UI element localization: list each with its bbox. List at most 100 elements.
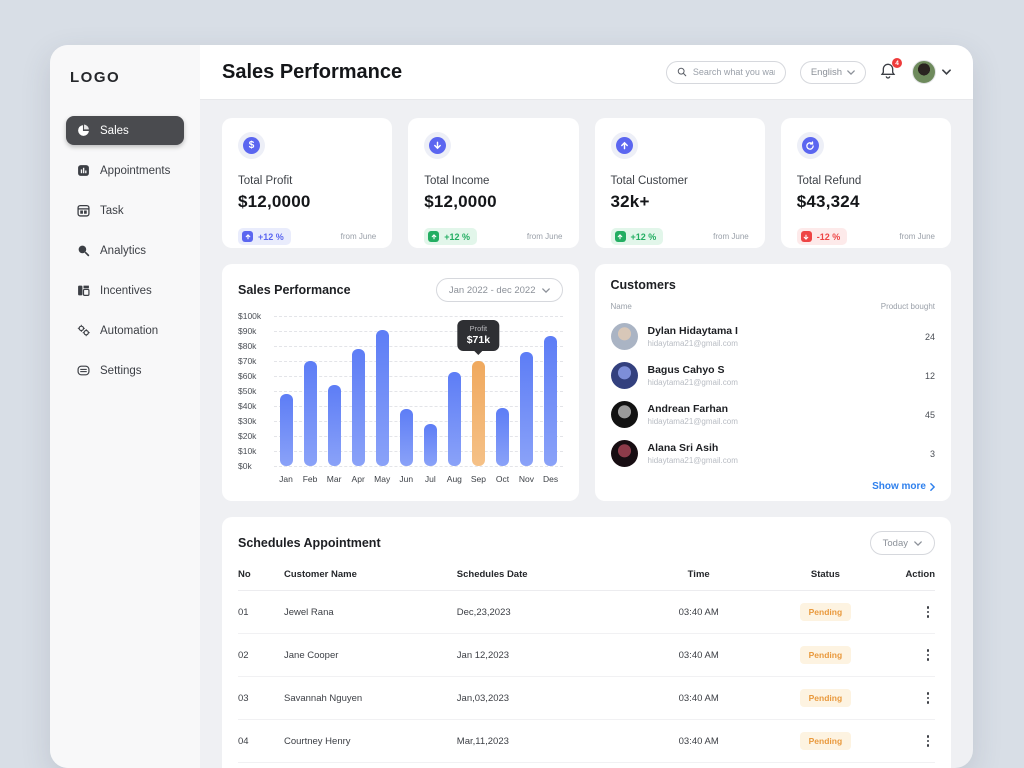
customer-row[interactable]: Dylan Hidaytama I hidaytama21@gmail.com … — [610, 323, 935, 350]
stat-label: Total Refund — [796, 175, 862, 187]
chart-bar-feb[interactable] — [303, 361, 317, 466]
date-range-select[interactable]: Jan 2022 - dec 2022 — [435, 278, 563, 302]
dollar-coin-icon: $ — [243, 137, 260, 154]
profile-menu[interactable] — [912, 60, 951, 84]
sidebar-item-automation[interactable]: Automation — [66, 316, 184, 345]
y-tick-label: $70k — [238, 356, 257, 366]
sales-performance-chart-panel: Sales Performance Jan 2022 - dec 2022 $1… — [222, 264, 579, 501]
sidebar-item-label: Settings — [100, 364, 142, 377]
chart-bar-oct[interactable] — [495, 407, 509, 466]
sidebar-item-label: Automation — [100, 324, 159, 337]
customer-email: hidaytama21@gmail.com — [647, 417, 738, 426]
notification-badge: 4 — [892, 58, 902, 68]
chart-bar-aug[interactable] — [447, 371, 461, 466]
stat-value: $12,0000 — [424, 192, 497, 211]
chart-column-jul — [418, 316, 442, 466]
table-row[interactable]: 02 Jane Cooper Jan 12,2023 03:40 AM Pend… — [238, 634, 935, 677]
stat-note: from June — [899, 232, 935, 241]
chart-column-mar — [322, 316, 346, 466]
kebab-menu-icon[interactable] — [921, 648, 935, 662]
pie-chart-icon — [76, 123, 91, 138]
table-row[interactable]: 05 Kathryn Murphy Jun,13,2023 03:40 AM P… — [238, 763, 935, 768]
y-tick-label: $90k — [238, 326, 257, 336]
customer-name: Dylan Hidaytama I — [647, 325, 738, 337]
chart-bar-sep[interactable] — [471, 361, 485, 466]
dashboard-window: LOGO Sales Appointments Task Analytics I… — [50, 45, 973, 768]
sidebar-item-appointments[interactable]: Appointments — [66, 156, 184, 185]
chart-bar-jan[interactable] — [279, 394, 293, 466]
sidebar-item-label: Analytics — [100, 244, 147, 257]
sidebar-item-label: Task — [100, 204, 124, 217]
status-badge: Pending — [799, 689, 852, 707]
sidebar-item-sales[interactable]: Sales — [66, 116, 184, 145]
customer-row[interactable]: Andrean Farhan hidaytama21@gmail.com 45 — [610, 401, 935, 428]
customers-panel: Customers Name Product bought Dylan Hida… — [594, 264, 951, 501]
chart-column-jan — [274, 316, 298, 466]
customer-name: Andrean Farhan — [647, 403, 729, 415]
sidebar-item-label: Sales — [100, 124, 129, 137]
arrow-up-icon — [428, 231, 440, 242]
chart-bar-apr[interactable] — [351, 349, 365, 466]
sidebar-item-incentives[interactable]: Incentives — [66, 276, 184, 305]
table-row[interactable]: 04 Courtney Henry Mar,11,2023 03:40 AM P… — [238, 720, 935, 763]
chart-bar-nov[interactable] — [519, 352, 533, 466]
customer-email: hidaytama21@gmail.com — [647, 378, 738, 387]
customer-email: hidaytama21@gmail.com — [647, 456, 738, 465]
customer-row[interactable]: Bagus Cahyo S hidaytama21@gmail.com 12 — [610, 362, 935, 389]
refund-icon — [801, 137, 819, 154]
x-tick-label: Jun — [399, 474, 414, 484]
y-tick-label: $10k — [238, 446, 257, 456]
y-tick-label: $30k — [238, 416, 257, 426]
sidebar-item-label: Appointments — [100, 164, 171, 177]
x-tick-label: Oct — [495, 474, 510, 484]
x-tick-label: Des — [542, 474, 559, 484]
table-row[interactable]: 03 Savannah Nguyen Jan,03,2023 03:40 AM … — [238, 677, 935, 720]
search-input[interactable] — [692, 67, 775, 77]
arrow-down-icon — [800, 231, 812, 242]
language-label: English — [810, 66, 842, 78]
chart-bar-jun[interactable] — [399, 409, 413, 466]
calendar-icon — [76, 203, 91, 218]
table-row[interactable]: 01 Jewel Rana Dec,23,2023 03:40 AM Pendi… — [238, 591, 935, 634]
kebab-menu-icon[interactable] — [921, 691, 935, 705]
product-bought-count: 3 — [929, 448, 935, 459]
bar-chart: $100k $90k $80k $70k $60k $50k $40k $30k $20k $10… — [238, 311, 563, 471]
search-box[interactable] — [665, 60, 786, 84]
customer-name: Bagus Cahyo S — [647, 364, 725, 376]
language-select[interactable]: English — [799, 60, 866, 84]
show-more-link[interactable]: Show more — [611, 481, 935, 492]
chart-column-sep: Profit $71k — [457, 316, 500, 466]
trend-badge: +12 % — [610, 228, 664, 245]
chart-bar-jul[interactable] — [423, 424, 437, 466]
y-tick-label: $50k — [238, 386, 257, 396]
chart-plot: Profit $71k — [274, 316, 563, 467]
x-tick-label: Mar — [326, 474, 342, 484]
search-icon — [677, 67, 687, 77]
trend-badge: +12 % — [238, 228, 291, 245]
today-filter-select[interactable]: Today — [869, 531, 935, 555]
sidebar-item-task[interactable]: Task — [66, 196, 184, 225]
stat-card-total-refund: Total Refund $43,324 -12 % from June — [780, 118, 951, 248]
stat-value: $12,0000 — [238, 192, 311, 211]
y-tick-label: $60k — [238, 371, 257, 381]
chevron-down-icon — [847, 69, 855, 75]
schedules-appointment-panel: Schedules Appointment Today No Customer … — [222, 517, 951, 768]
sidebar-item-label: Incentives — [100, 284, 152, 297]
customers-title: Customers — [610, 278, 676, 292]
chart-tooltip: Profit $71k — [457, 320, 500, 351]
status-badge: Pending — [799, 732, 852, 750]
customer-row[interactable]: Alana Sri Asih hidaytama21@gmail.com 3 — [610, 440, 935, 467]
stat-value: 32k+ — [610, 192, 650, 211]
kebab-menu-icon[interactable] — [921, 734, 935, 748]
sidebar-item-settings[interactable]: Settings — [66, 356, 184, 385]
trend-badge: +12 % — [424, 228, 478, 245]
kebab-menu-icon[interactable] — [921, 605, 935, 619]
sidebar-item-analytics[interactable]: Analytics — [66, 236, 184, 265]
chevron-down-icon — [942, 69, 951, 75]
settings-sliders-icon — [76, 363, 91, 378]
chart-bar-des[interactable] — [544, 335, 558, 466]
notifications-button[interactable]: 4 — [880, 58, 902, 82]
chart-bar-mar[interactable] — [327, 385, 341, 466]
stat-note: from June — [526, 232, 563, 241]
chart-bar-may[interactable] — [375, 329, 389, 466]
